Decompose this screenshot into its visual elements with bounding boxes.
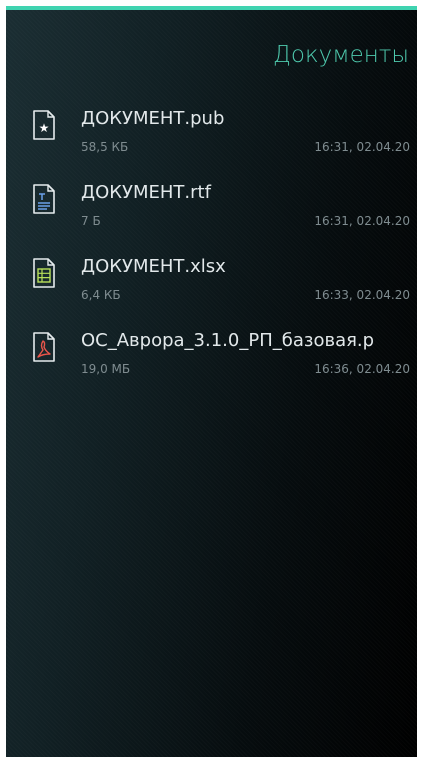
- file-size: 6,4 КБ: [81, 288, 121, 302]
- file-size: 7 Б: [81, 214, 101, 228]
- file-name: ОС_Аврора_3.1.0_РП_базовая.p: [81, 330, 375, 351]
- spreadsheet-icon: [32, 258, 56, 288]
- top-accent-bar: [6, 6, 417, 10]
- file-size: 58,5 КБ: [81, 140, 129, 154]
- pdf-icon: [32, 332, 56, 362]
- list-item[interactable]: ДОКУМЕНТ.xlsx 6,4 КБ 16:33, 02.04.20: [6, 248, 417, 322]
- list-item[interactable]: ДОКУМЕНТ.rtf 7 Б 16:31, 02.04.20: [6, 174, 417, 248]
- list-item[interactable]: ОС_Аврора_3.1.0_РП_базовая.p 19,0 МБ 16:…: [6, 322, 417, 396]
- file-name: ДОКУМЕНТ.rtf: [81, 182, 211, 203]
- file-size: 19,0 МБ: [81, 362, 131, 376]
- page-title: Документы: [273, 42, 409, 68]
- file-date: 16:31, 02.04.20: [314, 140, 410, 154]
- text-doc-icon: [32, 184, 56, 214]
- file-date: 16:36, 02.04.20: [314, 362, 410, 376]
- file-name: ДОКУМЕНТ.pub: [81, 108, 225, 129]
- app-screen: Документы ★ ДОКУМЕНТ.pub 58,5 КБ 16:31, …: [6, 6, 417, 757]
- file-name: ДОКУМЕНТ.xlsx: [81, 256, 226, 277]
- file-list: ★ ДОКУМЕНТ.pub 58,5 КБ 16:31, 02.04.20 Д…: [6, 100, 417, 396]
- file-date: 16:33, 02.04.20: [314, 288, 410, 302]
- list-item[interactable]: ★ ДОКУМЕНТ.pub 58,5 КБ 16:31, 02.04.20: [6, 100, 417, 174]
- file-date: 16:31, 02.04.20: [314, 214, 410, 228]
- svg-text:★: ★: [39, 121, 50, 135]
- publisher-doc-icon: ★: [32, 110, 56, 140]
